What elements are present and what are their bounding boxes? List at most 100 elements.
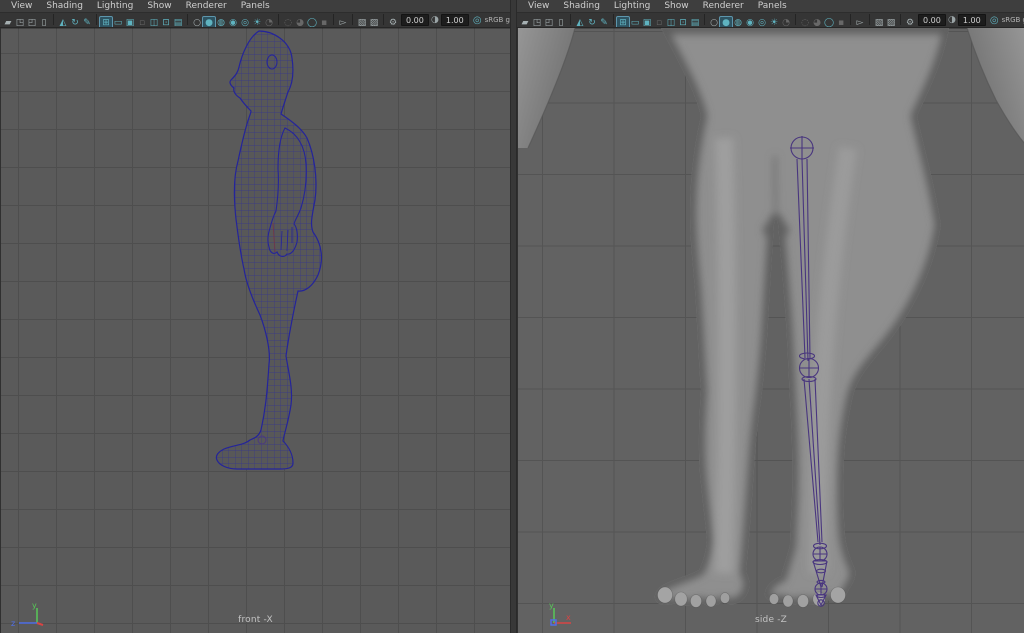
safe-action-icon[interactable]: ⊡ [160, 17, 172, 28]
exposure-gear-icon[interactable]: ⚙ [904, 17, 916, 28]
menu-shading[interactable]: Shading [39, 0, 90, 12]
resolution-gate-icon[interactable]: ▣ [124, 17, 136, 28]
default-material-icon[interactable]: ◎ [239, 17, 251, 28]
ambient-occlusion-icon[interactable]: ◌ [282, 17, 294, 28]
motion-blur-icon[interactable]: ◕ [294, 17, 306, 28]
gamma-field[interactable]: 1.00 [958, 14, 986, 26]
rotate-view-icon[interactable]: ↻ [69, 17, 81, 28]
pose-icon[interactable]: ◭ [57, 17, 69, 28]
bookmark-icon[interactable]: ▯ [38, 17, 50, 28]
shaded-body[interactable] [655, 28, 949, 607]
exposure-icon[interactable]: ◑ [431, 15, 439, 25]
gamma-field[interactable]: 1.00 [441, 14, 469, 26]
grid-toggle-icon[interactable]: ⊞ [100, 17, 112, 28]
colorspace-label[interactable]: sRGB gamma (legacy) [485, 16, 510, 24]
camera-track-icon[interactable]: ◳ [14, 17, 26, 28]
safe-title-icon[interactable]: ▤ [689, 17, 701, 28]
gate-mask-icon[interactable]: ▫ [136, 17, 148, 28]
panel-divider[interactable] [510, 0, 517, 633]
gamma-icon[interactable]: ◎ [473, 15, 482, 26]
pencil-icon[interactable]: ✎ [81, 17, 93, 28]
toolbar-separator [704, 14, 705, 25]
camera-track-icon[interactable]: ◳ [531, 17, 543, 28]
image-plane-icon[interactable]: ▧ [873, 17, 885, 28]
image-plane-icon[interactable]: ▧ [356, 17, 368, 28]
menu-panels[interactable]: Panels [234, 0, 277, 12]
wireframe-figure-side-view[interactable] [1, 28, 511, 633]
resolution-gate-icon[interactable]: ▣ [641, 17, 653, 28]
panel-menubar: ViewShadingLightingShowRendererPanels [0, 0, 510, 12]
menu-renderer[interactable]: Renderer [696, 0, 751, 12]
viewport-front[interactable]: y z front -X [0, 28, 510, 633]
view-label-front: front -X [1, 615, 510, 625]
menu-lighting[interactable]: Lighting [90, 0, 140, 12]
film-gate-icon[interactable]: ▭ [112, 17, 124, 28]
menu-panels[interactable]: Panels [751, 0, 794, 12]
wireframe-sphere-icon[interactable]: ○ [708, 17, 720, 28]
menu-show[interactable]: Show [657, 0, 695, 12]
menu-renderer[interactable]: Renderer [179, 0, 234, 12]
depth-of-field-icon[interactable]: ▪ [318, 17, 330, 28]
menu-lighting[interactable]: Lighting [607, 0, 657, 12]
menu-shading[interactable]: Shading [556, 0, 607, 12]
textured-sphere-icon[interactable]: ◍ [732, 17, 744, 28]
film-gate-icon[interactable]: ▭ [629, 17, 641, 28]
camera-up-icon[interactable]: ◰ [543, 17, 555, 28]
rotate-view-icon[interactable]: ↻ [586, 17, 598, 28]
grid-toggle-icon[interactable]: ⊞ [617, 17, 629, 28]
shadows-icon[interactable]: ◔ [263, 17, 275, 28]
safe-title-icon[interactable]: ▤ [172, 17, 184, 28]
depth-of-field-icon[interactable]: ▪ [835, 17, 847, 28]
wire-on-shaded-icon[interactable]: ◉ [227, 17, 239, 28]
toolbar-separator [187, 14, 188, 25]
wireframe-sphere-icon[interactable]: ○ [191, 17, 203, 28]
shadows-icon[interactable]: ◔ [780, 17, 792, 28]
exposure-field[interactable]: 0.00 [401, 14, 429, 26]
movie-camera-icon[interactable]: ▰ [2, 17, 14, 28]
default-material-icon[interactable]: ◎ [756, 17, 768, 28]
camera-up-icon[interactable]: ◰ [26, 17, 38, 28]
menu-show[interactable]: Show [140, 0, 178, 12]
arm-top-right[interactable] [967, 28, 1024, 144]
pose-icon[interactable]: ◭ [574, 17, 586, 28]
viewport-side[interactable]: y x side -Z [517, 28, 1024, 633]
field-chart-icon[interactable]: ◫ [148, 17, 160, 28]
axis-y-label: y [549, 601, 554, 610]
bookmark-icon[interactable]: ▯ [555, 17, 567, 28]
menu-view[interactable]: View [4, 0, 39, 12]
exposure-icon[interactable]: ◑ [948, 15, 956, 25]
toolbar-icon-strip: ▰◳◰▯ ◭↻✎ ⊞▭▣▫◫⊡▤ ○●◍◉◎☀◔ ◌◕◯▪ ▻ ▧▨ ⚙ [519, 12, 916, 28]
viewport-panel-front: ViewShadingLightingShowRendererPanels ▰◳… [0, 0, 510, 633]
pencil-icon[interactable]: ✎ [598, 17, 610, 28]
arm-top-left[interactable] [518, 28, 575, 148]
isolate-select-icon[interactable]: ▻ [854, 17, 866, 28]
movie-camera-icon[interactable]: ▰ [519, 17, 531, 28]
field-chart-icon[interactable]: ◫ [665, 17, 677, 28]
lights-icon[interactable]: ☀ [768, 17, 780, 28]
maya-dual-viewport: ViewShadingLightingShowRendererPanels ▰◳… [0, 0, 1024, 633]
wireframe-body[interactable] [216, 31, 321, 469]
shaded-sphere-icon[interactable]: ● [720, 17, 732, 28]
shaded-sphere-icon[interactable]: ● [203, 17, 215, 28]
shaded-figure-legs[interactable] [518, 28, 1024, 633]
gamma-icon[interactable]: ◎ [990, 15, 999, 26]
isolate-select-icon[interactable]: ▻ [337, 17, 349, 28]
safe-action-icon[interactable]: ⊡ [677, 17, 689, 28]
gate-mask-icon[interactable]: ▫ [653, 17, 665, 28]
toolbar-separator [383, 14, 384, 25]
antialias-icon[interactable]: ◯ [823, 17, 835, 28]
exposure-field[interactable]: 0.00 [918, 14, 946, 26]
toolbar-separator [333, 14, 334, 25]
wire-on-shaded-icon[interactable]: ◉ [744, 17, 756, 28]
antialias-icon[interactable]: ◯ [306, 17, 318, 28]
motion-blur-icon[interactable]: ◕ [811, 17, 823, 28]
menu-view[interactable]: View [521, 0, 556, 12]
colorspace-label[interactable]: sRGB gamma (legacy) [1002, 16, 1024, 24]
exposure-gear-icon[interactable]: ⚙ [387, 17, 399, 28]
texture-view-icon[interactable]: ▨ [885, 17, 897, 28]
toolbar-separator [613, 14, 614, 25]
texture-view-icon[interactable]: ▨ [368, 17, 380, 28]
lights-icon[interactable]: ☀ [251, 17, 263, 28]
textured-sphere-icon[interactable]: ◍ [215, 17, 227, 28]
ambient-occlusion-icon[interactable]: ◌ [799, 17, 811, 28]
